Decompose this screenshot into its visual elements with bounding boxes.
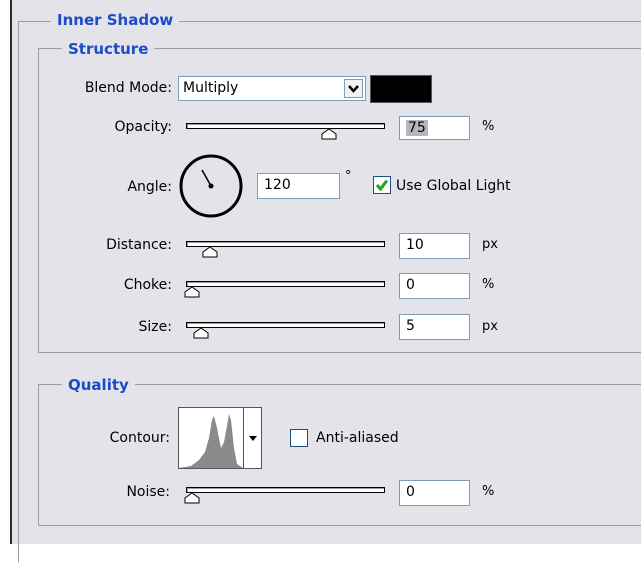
size-slider-thumb[interactable]: [193, 327, 209, 339]
blend-mode-value: Multiply: [183, 80, 239, 96]
choke-value: 0: [406, 277, 415, 293]
shadow-color-swatch[interactable]: [370, 75, 432, 103]
contour-preview: [179, 408, 243, 468]
anti-aliased-label[interactable]: Anti-aliased: [316, 429, 399, 447]
angle-dial[interactable]: [178, 153, 244, 219]
contour-picker[interactable]: [178, 407, 262, 469]
distance-input[interactable]: 10: [399, 233, 470, 259]
anti-aliased-checkbox[interactable]: [290, 429, 308, 447]
noise-unit: %: [482, 484, 495, 499]
choke-input[interactable]: 0: [399, 273, 470, 299]
use-global-light-checkbox[interactable]: [373, 176, 391, 194]
opacity-value: 75: [406, 120, 428, 136]
size-slider-track[interactable]: [186, 322, 385, 328]
quality-title: Quality: [62, 376, 135, 394]
opacity-label: Opacity:: [114, 119, 172, 135]
opacity-input[interactable]: 75: [399, 116, 470, 140]
distance-value: 10: [406, 237, 424, 253]
opacity-unit: %: [482, 119, 495, 134]
choke-slider-thumb[interactable]: [184, 286, 200, 298]
choke-unit: %: [482, 277, 495, 292]
opacity-slider-track[interactable]: [186, 123, 385, 129]
blend-mode-select[interactable]: Multiply: [178, 76, 366, 101]
caret-down-icon[interactable]: [244, 408, 262, 468]
size-input[interactable]: 5: [399, 314, 470, 340]
contour-label: Contour:: [109, 430, 170, 446]
blend-mode-label: Blend Mode:: [84, 80, 172, 96]
checkmark-icon: [375, 179, 389, 192]
quality-group: [38, 384, 641, 526]
noise-label: Noise:: [126, 484, 170, 500]
chevron-down-icon[interactable]: [344, 79, 363, 98]
angle-value: 120: [264, 177, 291, 193]
distance-label: Distance:: [106, 237, 172, 253]
size-unit: px: [482, 319, 498, 334]
angle-label: Angle:: [127, 179, 172, 195]
distance-unit: px: [482, 237, 498, 252]
angle-input[interactable]: 120: [257, 173, 340, 199]
choke-slider-track[interactable]: [186, 281, 385, 287]
distance-slider-thumb[interactable]: [202, 246, 218, 258]
layer-style-panel: Inner Shadow Structure Blend Mode: Multi…: [10, 0, 641, 562]
choke-label: Choke:: [123, 277, 172, 293]
size-value: 5: [406, 318, 415, 334]
noise-input[interactable]: 0: [399, 480, 470, 506]
opacity-slider-thumb[interactable]: [321, 128, 337, 140]
size-label: Size:: [138, 319, 172, 335]
noise-slider-track[interactable]: [186, 487, 385, 493]
structure-title: Structure: [62, 40, 155, 58]
angle-unit: °: [345, 169, 352, 184]
noise-value: 0: [406, 484, 415, 500]
use-global-light-label[interactable]: Use Global Light: [396, 177, 511, 195]
noise-slider-thumb[interactable]: [184, 492, 200, 504]
inner-shadow-title: Inner Shadow: [51, 11, 180, 29]
